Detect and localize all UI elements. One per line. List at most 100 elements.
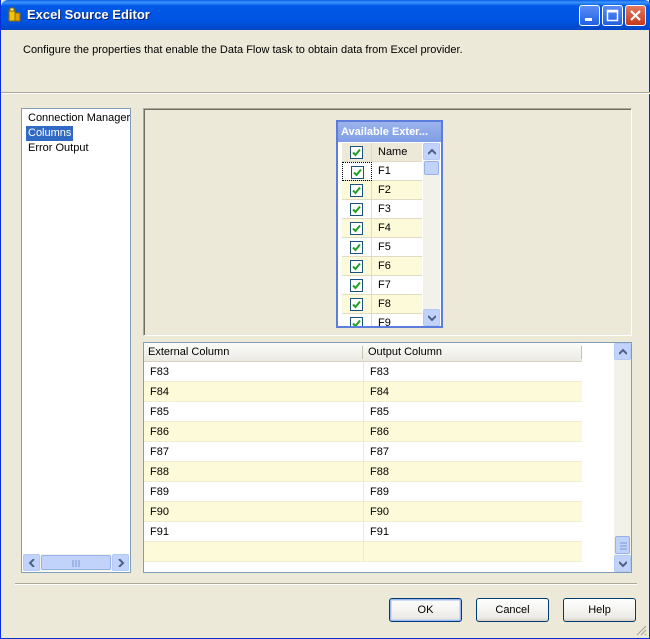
nav-item-connection-manager[interactable]: Connection Manager	[26, 111, 132, 126]
external-column-cell[interactable]: F90	[144, 502, 169, 522]
column-check-cell[interactable]	[342, 276, 372, 295]
select-all-checkbox[interactable]	[350, 146, 363, 159]
header-separator[interactable]	[581, 346, 582, 359]
output-column-cell[interactable]: F84	[364, 382, 389, 402]
column-mapping-grid[interactable]: External Column Output Column F83 F83 F8…	[143, 342, 632, 573]
mapping-row[interactable]: F84 F84	[144, 382, 582, 402]
nav-scroll-thumb[interactable]	[41, 555, 111, 570]
output-column-cell[interactable]: F91	[364, 522, 389, 542]
column-name: F4	[378, 222, 391, 234]
external-column-cell[interactable]: F83	[144, 362, 169, 382]
available-columns-scroll-thumb[interactable]	[424, 161, 439, 175]
scroll-up-button[interactable]	[614, 343, 631, 360]
name-column-header[interactable]: Name	[378, 143, 407, 162]
mapping-row[interactable]: F91 F91	[144, 522, 582, 542]
column-name: F7	[378, 279, 391, 291]
available-column-row[interactable]: F4	[342, 219, 422, 238]
column-check-cell[interactable]	[342, 181, 372, 200]
output-column-cell[interactable]: F85	[364, 402, 389, 422]
ssis-app-icon	[8, 7, 21, 22]
external-column-cell[interactable]	[144, 542, 150, 562]
external-column-cell[interactable]: F88	[144, 462, 169, 482]
column-checkbox[interactable]	[350, 260, 363, 273]
mapping-row[interactable]: F89 F89	[144, 482, 582, 502]
ok-button[interactable]: OK	[389, 598, 462, 622]
window-title: Excel Source Editor	[27, 7, 150, 22]
available-columns-grid[interactable]: Name F1 F2 F3 F4 F5 F6 F7 F8 F9	[342, 143, 422, 326]
maximize-button[interactable]	[602, 5, 623, 26]
external-column-header[interactable]: External Column	[144, 343, 229, 362]
output-column-cell[interactable]: F90	[364, 502, 389, 522]
available-column-row[interactable]: F1	[342, 162, 422, 181]
header-separator[interactable]	[362, 346, 363, 359]
check-icon	[352, 205, 361, 214]
column-checkbox[interactable]	[350, 241, 363, 254]
scroll-right-button[interactable]	[112, 554, 129, 571]
available-column-row[interactable]: F2	[342, 181, 422, 200]
close-icon	[630, 10, 641, 21]
scroll-down-button[interactable]	[614, 555, 631, 572]
available-column-row[interactable]: F9	[342, 314, 422, 326]
external-column-cell[interactable]: F89	[144, 482, 169, 502]
available-columns-scrollbar[interactable]	[423, 143, 440, 326]
column-check-cell[interactable]	[342, 238, 372, 257]
scroll-up-button[interactable]	[423, 143, 440, 160]
nav-horizontal-scrollbar[interactable]	[23, 554, 129, 571]
column-check-cell[interactable]	[342, 219, 372, 238]
page-navigation-list[interactable]: Connection Manager Columns Error Output	[21, 108, 131, 573]
mapping-grid-scrollbar[interactable]	[614, 343, 631, 572]
cancel-button[interactable]: Cancel	[476, 598, 549, 622]
available-column-row[interactable]: F7	[342, 276, 422, 295]
available-column-row[interactable]: F3	[342, 200, 422, 219]
help-button[interactable]: Help	[563, 598, 636, 622]
column-check-cell[interactable]	[342, 295, 372, 314]
close-button[interactable]	[625, 5, 646, 26]
output-column-cell[interactable]: F87	[364, 442, 389, 462]
column-checkbox[interactable]	[350, 317, 363, 326]
minimize-icon	[585, 18, 592, 21]
arrow-down-icon	[619, 561, 627, 568]
available-column-row[interactable]: F6	[342, 257, 422, 276]
column-check-cell[interactable]	[342, 314, 372, 326]
mapping-new-row[interactable]	[144, 542, 582, 562]
column-check-cell[interactable]	[342, 257, 372, 276]
output-column-cell[interactable]	[364, 542, 370, 562]
select-all-cell[interactable]	[342, 143, 372, 162]
mapping-row[interactable]: F90 F90	[144, 502, 582, 522]
mapping-row[interactable]: F88 F88	[144, 462, 582, 482]
mapping-row[interactable]: F83 F83	[144, 362, 582, 382]
mapping-row[interactable]: F86 F86	[144, 422, 582, 442]
column-checkbox[interactable]	[350, 184, 363, 197]
instruction-text: Configure the properties that enable the…	[23, 44, 463, 56]
available-external-columns-panel[interactable]: Available Exter... Name F1 F2 F3 F4 F5 F…	[336, 120, 443, 328]
column-check-cell[interactable]	[342, 200, 372, 219]
nav-item-columns[interactable]: Columns	[26, 126, 74, 141]
mapping-row[interactable]: F85 F85	[144, 402, 582, 422]
column-check-cell[interactable]	[342, 162, 372, 181]
available-column-row[interactable]: F5	[342, 238, 422, 257]
output-column-header[interactable]: Output Column	[364, 343, 442, 362]
mapping-grid-scroll-thumb[interactable]	[615, 536, 630, 554]
available-column-row[interactable]: F8	[342, 295, 422, 314]
column-checkbox[interactable]	[350, 279, 363, 292]
scroll-left-button[interactable]	[23, 554, 40, 571]
output-column-cell[interactable]: F89	[364, 482, 389, 502]
column-checkbox[interactable]	[350, 203, 363, 216]
resize-grip-icon[interactable]	[635, 624, 647, 636]
external-column-cell[interactable]: F84	[144, 382, 169, 402]
external-column-cell[interactable]: F85	[144, 402, 169, 422]
column-checkbox[interactable]	[350, 222, 363, 235]
output-column-cell[interactable]: F86	[364, 422, 389, 442]
nav-item-error-output[interactable]: Error Output	[26, 141, 91, 156]
column-checkbox[interactable]	[351, 166, 364, 179]
output-column-cell[interactable]: F83	[364, 362, 389, 382]
mapping-row[interactable]: F87 F87	[144, 442, 582, 462]
output-column-cell[interactable]: F88	[364, 462, 389, 482]
external-column-cell[interactable]: F86	[144, 422, 169, 442]
title-bar[interactable]: Excel Source Editor	[1, 0, 650, 30]
scroll-down-button[interactable]	[423, 309, 440, 326]
external-column-cell[interactable]: F87	[144, 442, 169, 462]
external-column-cell[interactable]: F91	[144, 522, 169, 542]
column-checkbox[interactable]	[350, 298, 363, 311]
minimize-button[interactable]	[579, 5, 600, 26]
